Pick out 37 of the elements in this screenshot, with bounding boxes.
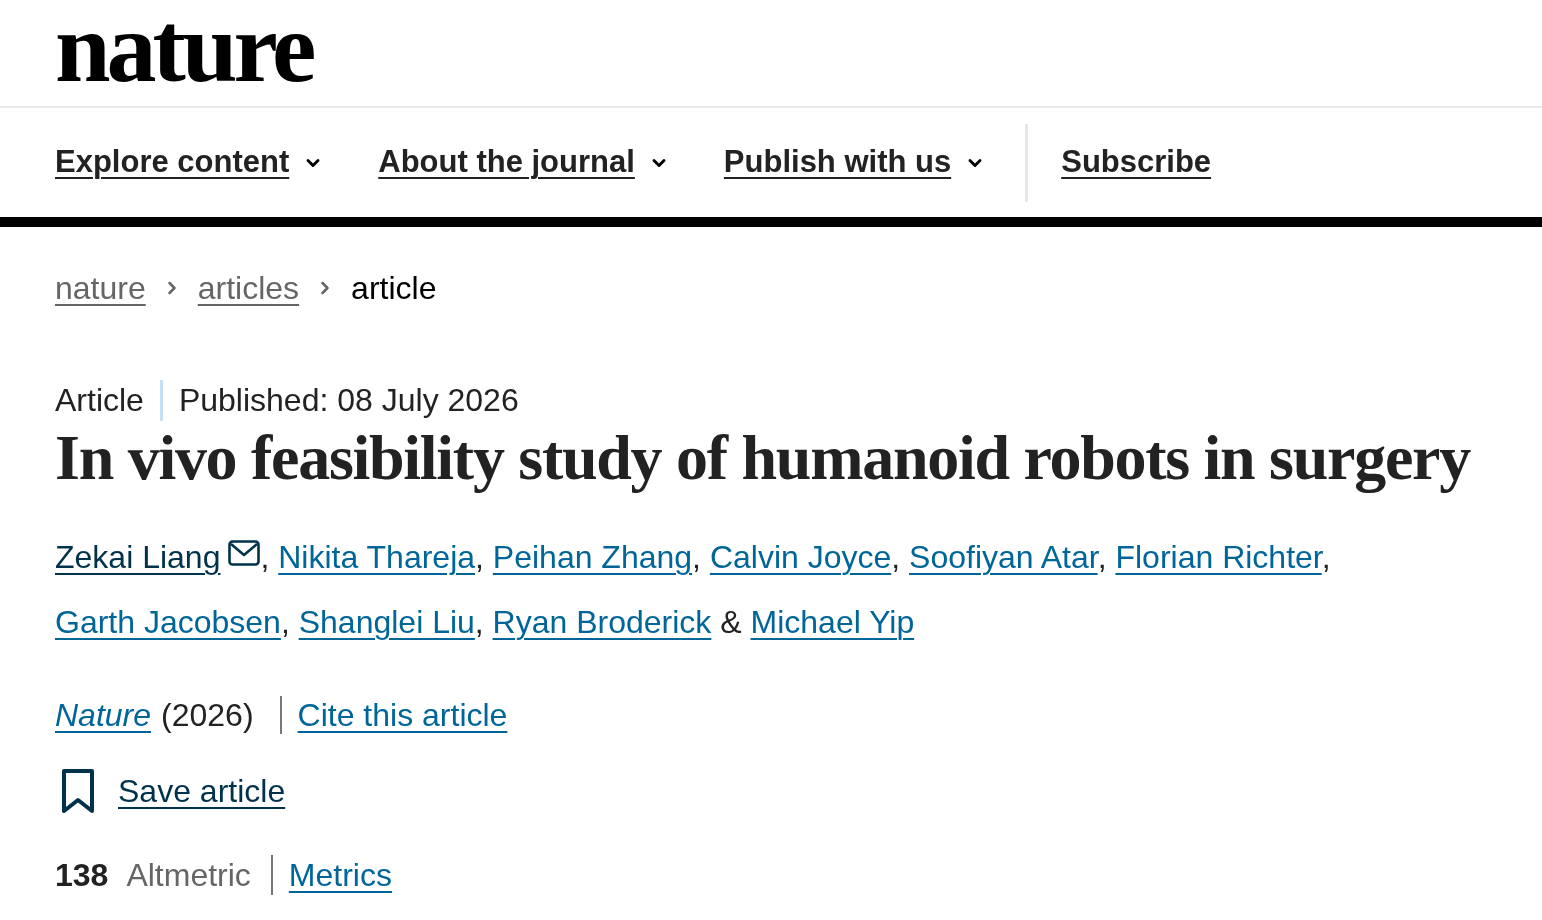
nav-menu-button[interactable]: Publish with us xyxy=(723,139,986,186)
altmetric-score: 138 xyxy=(55,856,109,895)
author-link[interactable]: Ryan Broderick xyxy=(492,604,712,640)
breadcrumb-link[interactable]: nature xyxy=(55,264,146,312)
breadcrumb-current-page: article xyxy=(351,269,437,308)
author-link[interactable]: Zekai Liang xyxy=(55,539,261,575)
author-separator: , xyxy=(891,539,901,575)
author-separator: , xyxy=(692,539,701,575)
author-link[interactable]: Peihan Zhang xyxy=(492,539,693,575)
author-separator: , xyxy=(260,539,270,575)
author-separator: & xyxy=(720,604,742,640)
nature-logo[interactable]: nature xyxy=(55,0,313,96)
cite-article-link[interactable]: Cite this article xyxy=(297,691,508,739)
author-separator: , xyxy=(280,604,290,640)
nav-link[interactable]: Subscribe xyxy=(1061,139,1212,186)
article-title: In vivo feasibility study of humanoid robots in surgery xyxy=(55,423,1470,493)
save-article-button[interactable]: Save article xyxy=(62,769,286,813)
author-link[interactable]: Michael Yip xyxy=(750,604,915,640)
metrics-link[interactable]: Metrics xyxy=(288,851,392,899)
altmetric-label: Altmetric xyxy=(126,856,251,895)
breadcrumb-link[interactable]: articles xyxy=(197,264,300,312)
nav-menu-button[interactable]: About the journal xyxy=(378,139,669,186)
nav-menu-button[interactable]: Explore content xyxy=(55,139,324,186)
envelope-icon xyxy=(228,540,261,566)
author-link[interactable]: Shanglei Liu xyxy=(298,604,475,640)
author-link[interactable]: Florian Richter xyxy=(1115,539,1322,575)
author-link[interactable]: Calvin Joyce xyxy=(709,539,892,575)
author-link[interactable]: Nikita Thareja xyxy=(278,539,476,575)
published-date: Published: 08 July 2026 xyxy=(178,381,519,420)
author-link[interactable]: Soofiyan Atar xyxy=(909,539,1098,575)
author-separator: , xyxy=(475,539,484,575)
author-link[interactable]: Garth Jacobsen xyxy=(55,604,281,640)
article-type: Article xyxy=(55,381,144,420)
author-separator: , xyxy=(474,604,484,640)
journal-link[interactable]: Nature xyxy=(55,691,152,739)
publication-year: (2026) xyxy=(161,696,254,735)
bookmark-icon xyxy=(62,769,94,813)
